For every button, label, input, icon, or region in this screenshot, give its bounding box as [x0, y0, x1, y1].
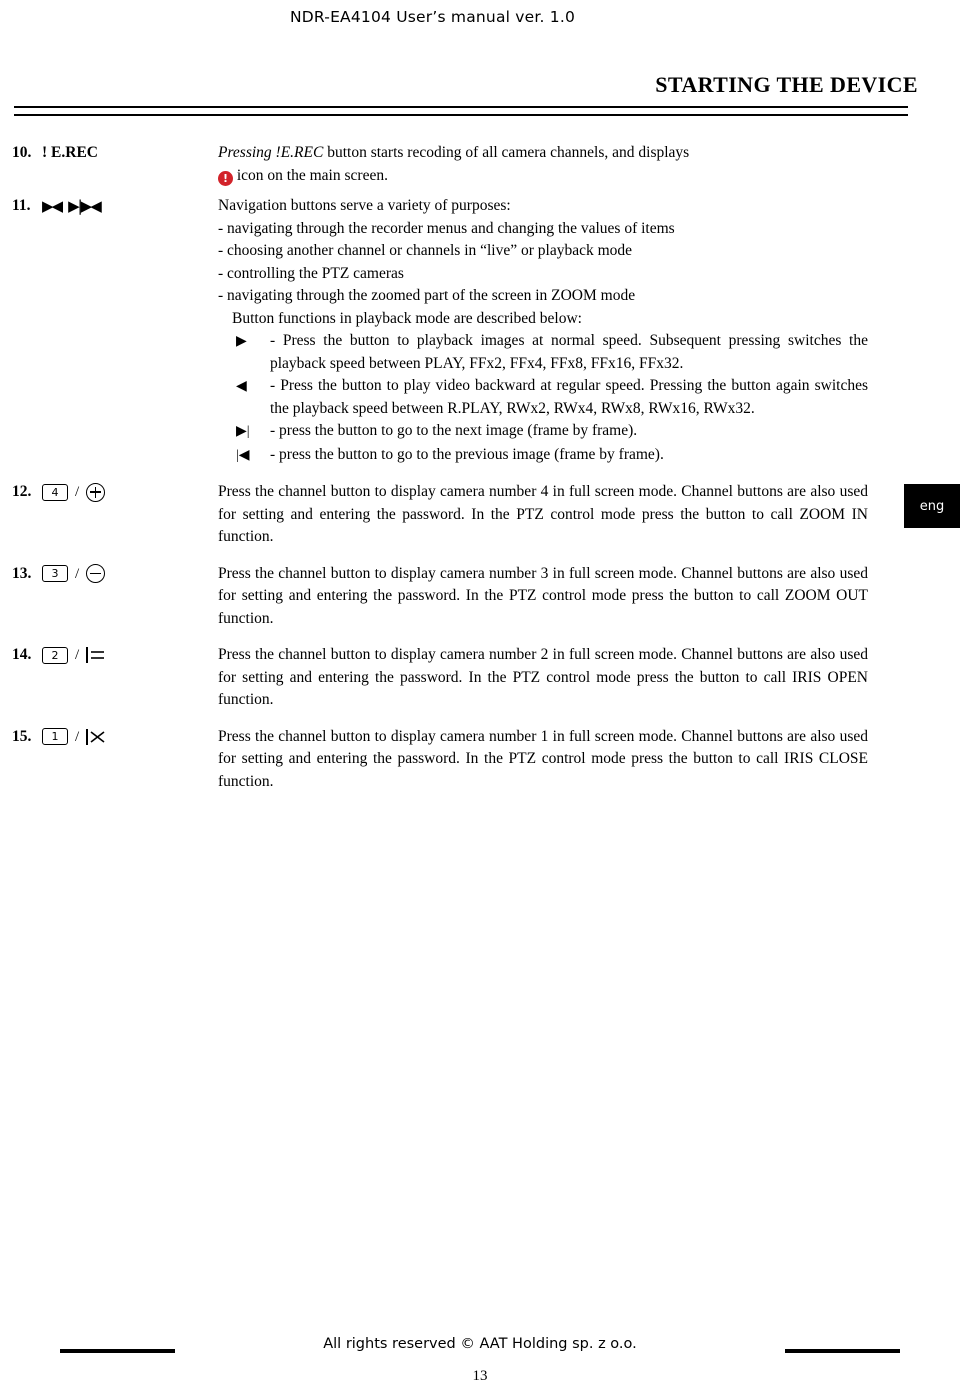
- reverse-play-icon: ◀: [236, 379, 247, 394]
- item-line-2: ! icon on the main screen.: [218, 165, 868, 188]
- manual-item-11: 11. ▶◀ ▶|▶◀ Navigation buttons serve a v…: [0, 195, 960, 467]
- step-icons: ▶|▶◀: [68, 197, 102, 215]
- playback-item-play: ▶ - Press the button to playback images …: [236, 330, 868, 375]
- item-number: 12.: [12, 483, 32, 500]
- nav-bullet-4: - navigating through the zoomed part of …: [218, 287, 636, 304]
- item-description: Press the channel button to display came…: [218, 646, 868, 708]
- navigation-arrow-icons: ▶◀ ▶|▶◀: [42, 195, 102, 217]
- item-key-label: 1 /: [42, 726, 218, 748]
- manual-item-13: 13. 3 / Press the channel button to disp…: [0, 563, 960, 631]
- channel-button-3: 3: [42, 565, 68, 582]
- item-key-label: ▶◀ ▶|▶◀: [42, 195, 218, 217]
- item-number: 11.: [12, 197, 31, 214]
- item-description: Press the channel button to display came…: [218, 564, 868, 627]
- iris-open-icon: [86, 646, 106, 664]
- iris-open-glyph: [91, 651, 105, 659]
- manual-item-10: 10. ! E.REC Pressing !E.REC button start…: [0, 142, 960, 187]
- play-rewind-icon: ▶◀: [42, 197, 63, 215]
- item-description: Press the channel button to display came…: [218, 483, 868, 545]
- playback-item-step-forward: ▶| - press the button to go to the next …: [236, 420, 868, 444]
- nav-intro: Navigation buttons serve a variety of pu…: [218, 197, 511, 214]
- key-separator: /: [75, 728, 80, 745]
- nav-bullet-3: - controlling the PTZ cameras: [218, 264, 404, 282]
- item-line-2-text: icon on the main screen.: [236, 166, 388, 184]
- item-number: 10.: [12, 144, 32, 161]
- nav-bullet-1: - navigating through the recorder menus …: [218, 219, 675, 237]
- key-separator: /: [75, 647, 80, 663]
- playback-item-text: - Press the button to playback images at…: [270, 332, 868, 372]
- item-description: Press the channel button to display came…: [218, 727, 868, 790]
- playback-item-text: - press the button to go to the previous…: [270, 445, 664, 463]
- iris-close-icon: [86, 728, 106, 746]
- section-title: STARTING THE DEVICE: [655, 72, 918, 97]
- manual-item-15: 15. 1 / Press the channel button to disp…: [0, 726, 960, 794]
- nav-bullet-2: - choosing another channel or channels i…: [218, 242, 633, 259]
- page-footer: All rights reserved © AAT Holding sp. z …: [0, 1336, 960, 1364]
- item-number: 15.: [12, 727, 32, 745]
- step-forward-icon: ▶|: [236, 424, 250, 439]
- item-key-label: ! E.REC: [42, 142, 218, 164]
- playback-item-text: - Press the button to play video backwar…: [270, 377, 868, 417]
- item-line-1: Pressing !E.REC button starts recoding o…: [218, 144, 690, 161]
- language-tab: eng: [904, 484, 960, 528]
- header-divider: [14, 106, 908, 116]
- manual-item-list: 10. ! E.REC Pressing !E.REC button start…: [0, 142, 960, 795]
- zoom-out-icon: [86, 564, 106, 583]
- step-backward-icon: |◀: [236, 447, 250, 463]
- item-key-label: 2 /: [42, 644, 218, 666]
- document-header: NDR-EA4104 User’s manual ver. 1.0: [290, 8, 576, 26]
- channel-button-2: 2: [42, 646, 68, 664]
- playback-item-text: - press the button to go to the next ima…: [270, 422, 638, 439]
- item-number: 14.: [12, 646, 32, 663]
- play-icon: ▶: [236, 334, 247, 349]
- erec-emphasis: Pressing !E.REC: [218, 144, 324, 161]
- language-tab-label: eng: [919, 498, 945, 514]
- document-page: NDR-EA4104 User’s manual ver. 1.0 STARTI…: [0, 0, 960, 1389]
- manual-item-14: 14. 2 / Press the channel button to disp…: [0, 644, 960, 712]
- channel-button-1: 1: [42, 728, 68, 745]
- channel-button-4: 4: [42, 483, 68, 501]
- item-key-label: 3 /: [42, 563, 218, 585]
- playback-intro: Button functions in playback mode are de…: [232, 309, 582, 327]
- item-description: Navigation buttons serve a variety of pu…: [218, 195, 868, 467]
- zoom-in-icon: [86, 482, 106, 502]
- key-separator: /: [75, 565, 80, 582]
- key-separator: /: [75, 484, 80, 500]
- page-number: 13: [472, 1368, 488, 1384]
- item-key-label: 4 /: [42, 481, 218, 503]
- playback-item-reverse: ◀ - Press the button to play video backw…: [236, 375, 868, 420]
- footer-text: All rights reserved © AAT Holding sp. z …: [323, 1336, 637, 1352]
- iris-close-glyph: [90, 730, 105, 743]
- alert-icon: !: [218, 170, 233, 186]
- item-description: Pressing !E.REC button starts recoding o…: [218, 142, 868, 187]
- item-key-text: ! E.REC: [42, 144, 98, 161]
- playback-item-step-backward: |◀ - press the button to go to the previ…: [236, 444, 868, 468]
- item-number: 13.: [12, 564, 32, 582]
- manual-item-12: 12. 4 / Press the channel button to disp…: [0, 481, 960, 549]
